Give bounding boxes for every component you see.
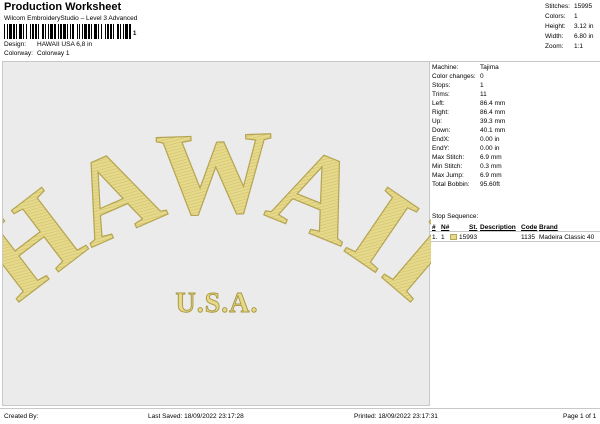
- summary-width: Width: 6.80 in: [545, 33, 594, 40]
- stop-sequence-title: Stop Sequence:: [432, 213, 479, 220]
- stat-right: Right: 86.4 mm: [432, 109, 506, 116]
- stat-max-jump: Max Jump: 6.9 mm: [432, 172, 502, 179]
- design-value: HAWAII USA 6,8 in: [37, 41, 93, 48]
- page-number: Page 1 of 1: [563, 413, 597, 420]
- stat-color-changes: Color changes: 0: [432, 73, 484, 80]
- colorway-label: Colorway:: [4, 50, 33, 57]
- page-title: Production Worksheet: [4, 1, 122, 13]
- stitch-info-panel: Machine: Tajima Color changes: 0 Stops: 1 T…: [430, 61, 600, 406]
- barcode-suffix: 1: [133, 31, 137, 37]
- design-sub-text: U.S.A.: [175, 288, 258, 319]
- stat-endx: EndX: 0.00 in: [432, 136, 500, 143]
- software-name: Wilcom EmbroideryStudio – Level 3 Advanc…: [4, 15, 138, 22]
- summary-colors: Colors: 1: [545, 13, 578, 20]
- colorway-row: Colorway: Colorway 1: [4, 50, 70, 57]
- summary-height: Height: 3.12 in: [545, 23, 594, 30]
- design-summary: Stitches: 15995 Colors: 1 Height: 3.12 in W…: [545, 2, 600, 52]
- stop-sequence-header: # N# St. Description Code Brand: [430, 223, 600, 232]
- stat-min-stitch: Min Stitch: 0.3 mm: [432, 163, 502, 170]
- design-preview: HAWAII U.S.A.: [2, 61, 431, 406]
- col-description: Description: [480, 224, 516, 231]
- col-code: Code: [521, 224, 538, 231]
- stat-left: Left: 86.4 mm: [432, 100, 506, 107]
- stat-down: Down: 40.1 mm: [432, 127, 506, 134]
- design-row: Design: HAWAII USA 6,8 in: [4, 41, 92, 48]
- stat-max-stitch: Max Stitch: 6.9 mm: [432, 154, 502, 161]
- col-st: St.: [469, 224, 478, 231]
- worksheet-header: Production Worksheet Wilcom EmbroiderySt…: [0, 0, 600, 62]
- summary-stitches: Stitches: 15995: [545, 3, 593, 10]
- printed-date: Printed: 18/09/2022 23:17:31: [354, 413, 438, 420]
- summary-zoom: Zoom: 1:1: [545, 43, 584, 50]
- colorway-value: Colorway 1: [37, 50, 70, 57]
- col-num: #: [432, 224, 436, 231]
- created-by: Created By:: [4, 413, 39, 420]
- stat-stops: Stops: 1: [432, 82, 484, 89]
- design-label: Design:: [4, 41, 27, 48]
- stat-trims: Trims: 11: [432, 91, 487, 98]
- embroidery-design: HAWAII U.S.A.: [3, 105, 431, 325]
- stat-up: Up: 39.3 mm: [432, 118, 506, 125]
- table-row: 1. 1 15993 1135 Madeira Classic 40: [430, 233, 600, 242]
- stat-endy: EndY: 0.00 in: [432, 145, 500, 152]
- stat-machine: Machine: Tajima: [432, 64, 499, 71]
- stat-total-bobbin: Total Bobbin: 95.60ft: [432, 181, 500, 188]
- last-saved: Last Saved: 18/09/2022 23:17:28: [148, 413, 244, 420]
- worksheet-footer: Created By: Last Saved: 18/09/2022 23:17…: [0, 408, 600, 424]
- barcode: [4, 24, 131, 39]
- col-n: N#: [441, 224, 450, 231]
- thread-color-swatch: [450, 234, 457, 240]
- col-brand: Brand: [539, 224, 558, 231]
